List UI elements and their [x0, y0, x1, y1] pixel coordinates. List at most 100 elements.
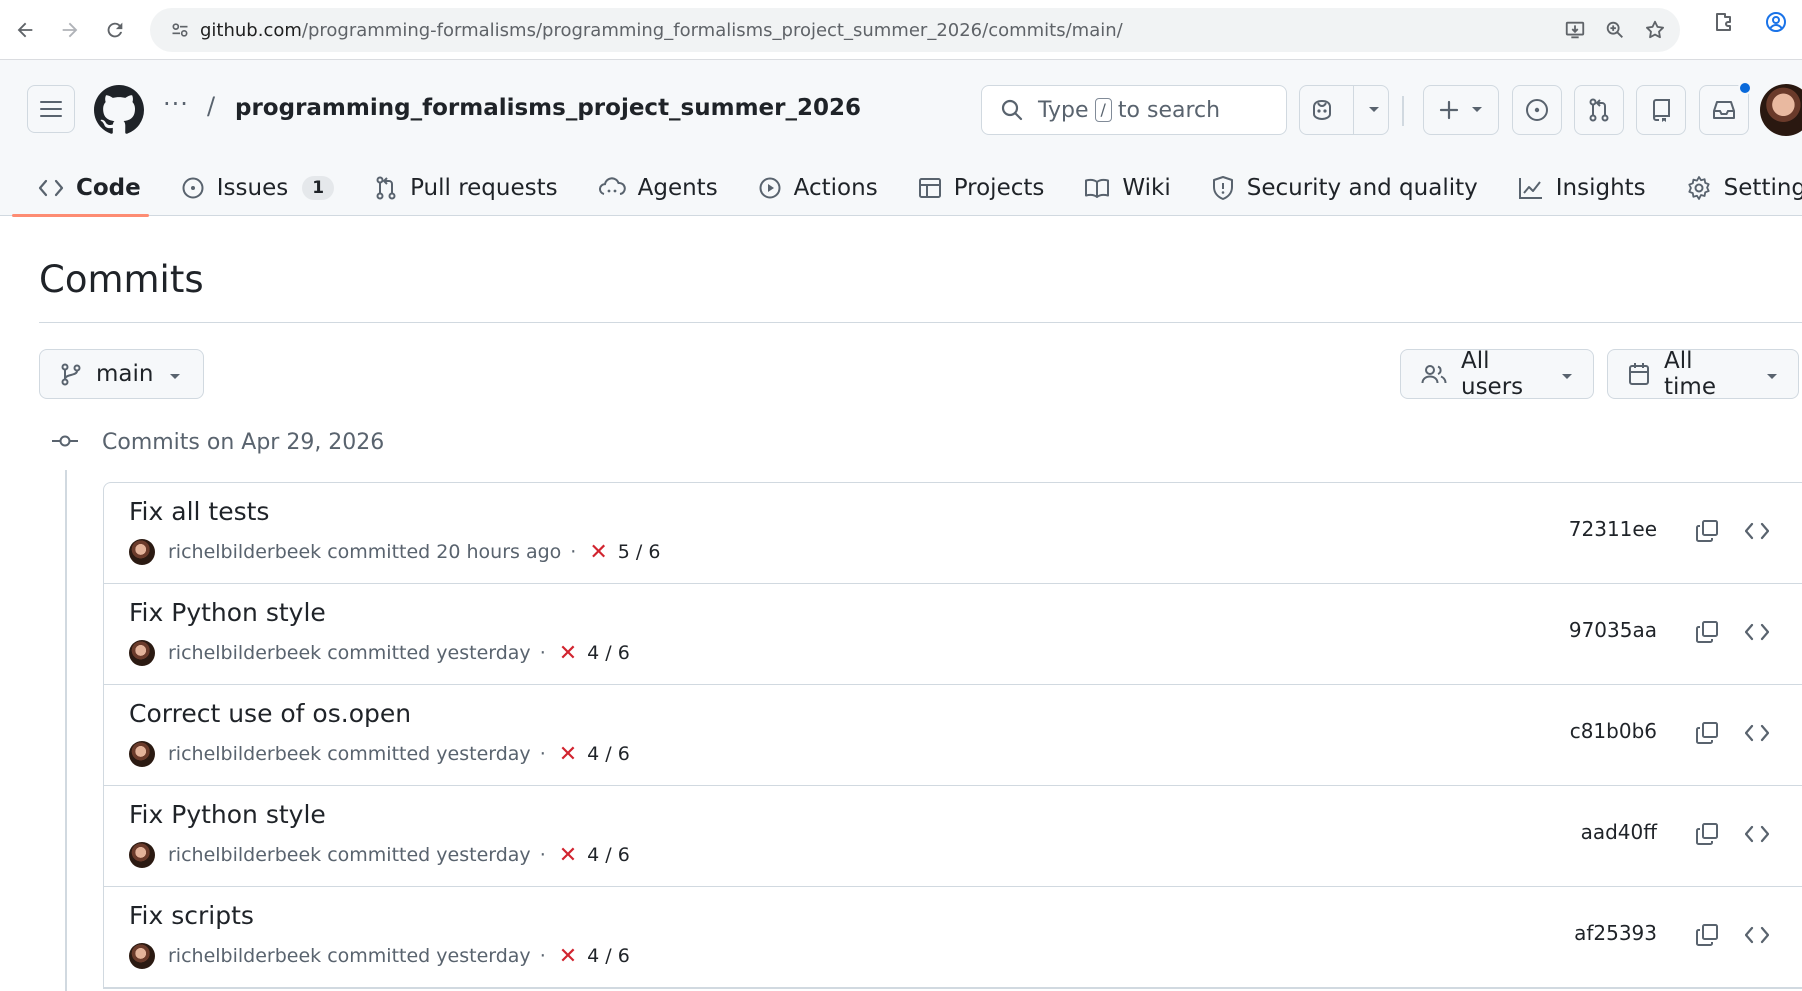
browse-code-icon[interactable] [1739, 614, 1775, 650]
global-bar: ··· / programming_formalisms_project_sum… [0, 60, 1802, 160]
search-input[interactable]: Type / to search [981, 85, 1287, 135]
checks-status[interactable]: 4 / 6 [587, 945, 630, 967]
author-avatar[interactable] [129, 842, 155, 868]
create-new-button[interactable] [1423, 85, 1499, 135]
branch-select-button[interactable]: main [39, 349, 204, 399]
table-icon [918, 176, 942, 200]
back-button[interactable] [5, 10, 45, 50]
tab-code[interactable]: Code [0, 160, 161, 217]
github-logo-icon[interactable] [94, 85, 144, 135]
tab-settings[interactable]: Settings [1666, 160, 1802, 216]
copy-icon[interactable] [1689, 614, 1725, 650]
commit-sha-link[interactable]: c81b0b6 [1570, 719, 1657, 743]
time-filter-button[interactable]: All time [1607, 348, 1799, 400]
users-filter-button[interactable]: All users [1400, 348, 1594, 400]
browse-code-icon[interactable] [1739, 513, 1775, 549]
commit-meta: richelbilderbeek committed yesterday · ✕… [129, 640, 630, 666]
copilot-button[interactable] [1299, 85, 1389, 135]
author-link[interactable]: richelbilderbeek [168, 945, 321, 967]
author-link[interactable]: richelbilderbeek [168, 844, 321, 866]
issues-button[interactable] [1512, 85, 1562, 135]
user-avatar[interactable] [1760, 84, 1802, 136]
tab-agents[interactable]: Agents [578, 160, 738, 216]
author-link[interactable]: richelbilderbeek [168, 541, 321, 563]
commit-title-link[interactable]: Fix Python style [129, 800, 326, 829]
author-link[interactable]: richelbilderbeek [168, 642, 321, 664]
commit-sha-link[interactable]: aad40ff [1581, 820, 1657, 844]
checks-status[interactable]: 4 / 6 [587, 743, 630, 765]
checks-status[interactable]: 5 / 6 [618, 541, 661, 563]
tab-actions[interactable]: Actions [738, 160, 898, 216]
author-avatar[interactable] [129, 640, 155, 666]
meta-separator: · [539, 642, 546, 664]
repo-icon [1652, 99, 1670, 122]
author-avatar[interactable] [129, 741, 155, 767]
tab-security-and-quality[interactable]: Security and quality [1191, 160, 1498, 216]
commit-title-link[interactable]: Correct use of os.open [129, 699, 411, 728]
copy-icon[interactable] [1689, 917, 1725, 953]
x-icon[interactable]: ✕ [589, 540, 607, 565]
author-link[interactable]: richelbilderbeek [168, 743, 321, 765]
git-pull-request-icon [1589, 98, 1609, 122]
browse-code-icon[interactable] [1739, 816, 1775, 852]
commit-meta: richelbilderbeek committed yesterday · ✕… [129, 741, 630, 767]
copy-icon[interactable] [1689, 715, 1725, 751]
pull-requests-button[interactable] [1574, 85, 1624, 135]
menu-button[interactable] [27, 85, 75, 133]
timeline-line [65, 470, 67, 991]
tab-issues[interactable]: Issues 1 [161, 160, 354, 216]
repositories-button[interactable] [1636, 85, 1686, 135]
commit-title-link[interactable]: Fix all tests [129, 497, 269, 526]
install-app-icon[interactable] [1564, 19, 1586, 41]
address-bar[interactable]: github.com/programming-formalisms/progra… [150, 8, 1680, 52]
agents-icon [598, 176, 626, 200]
commit-sha-link[interactable]: 72311ee [1569, 517, 1657, 541]
extensions-icon[interactable] [1712, 10, 1736, 34]
tab-projects-label: Projects [953, 175, 1045, 201]
chevron-down-icon[interactable] [1368, 106, 1380, 114]
zoom-icon[interactable] [1604, 19, 1626, 41]
commit-title-link[interactable]: Fix Python style [129, 598, 326, 627]
x-icon[interactable]: ✕ [559, 742, 577, 767]
browse-code-icon[interactable] [1739, 917, 1775, 953]
tab-insights[interactable]: Insights [1498, 160, 1666, 216]
chevron-down-icon [1766, 361, 1778, 387]
inbox-icon [1713, 101, 1735, 119]
checks-status[interactable]: 4 / 6 [587, 844, 630, 866]
tab-issues-label: Issues [216, 175, 289, 201]
meta-separator: · [539, 844, 546, 866]
profile-icon[interactable] [1764, 10, 1788, 34]
site-info-icon[interactable] [160, 20, 200, 40]
x-icon[interactable]: ✕ [559, 843, 577, 868]
checks-status[interactable]: 4 / 6 [587, 642, 630, 664]
commit-sha-link[interactable]: 97035aa [1569, 618, 1657, 642]
x-icon[interactable]: ✕ [559, 641, 577, 666]
forward-button[interactable] [50, 10, 90, 50]
repo-name-link[interactable]: programming_formalisms_project_summer_20… [235, 95, 861, 121]
commit-title-link[interactable]: Fix scripts [129, 901, 254, 930]
commit-meta: richelbilderbeek committed yesterday · ✕… [129, 842, 630, 868]
commit-verb: committed [327, 541, 431, 563]
star-icon[interactable] [1644, 19, 1666, 41]
reload-button[interactable] [95, 10, 135, 50]
breadcrumb-more-button[interactable]: ··· [163, 90, 189, 118]
issues-counter: 1 [302, 176, 335, 200]
meta-separator: · [570, 541, 577, 563]
copy-icon[interactable] [1689, 513, 1725, 549]
x-icon[interactable]: ✕ [559, 944, 577, 969]
author-avatar[interactable] [129, 539, 155, 565]
tab-projects[interactable]: Projects [898, 160, 1065, 216]
search-placeholder-suffix: to search [1117, 97, 1221, 123]
users-filter-label: All users [1461, 348, 1524, 400]
tab-wiki[interactable]: Wiki [1064, 160, 1190, 216]
copy-icon[interactable] [1689, 816, 1725, 852]
browser-toolbar: github.com/programming-formalisms/progra… [0, 0, 1802, 60]
browse-code-icon[interactable] [1739, 715, 1775, 751]
tab-agents-label: Agents [637, 175, 718, 201]
tab-pull-requests[interactable]: Pull requests [354, 160, 578, 216]
chevron-down-icon [169, 361, 181, 387]
code-icon [38, 178, 64, 198]
author-avatar[interactable] [129, 943, 155, 969]
commit-sha-link[interactable]: af25393 [1574, 921, 1657, 945]
calendar-icon [1628, 362, 1650, 386]
